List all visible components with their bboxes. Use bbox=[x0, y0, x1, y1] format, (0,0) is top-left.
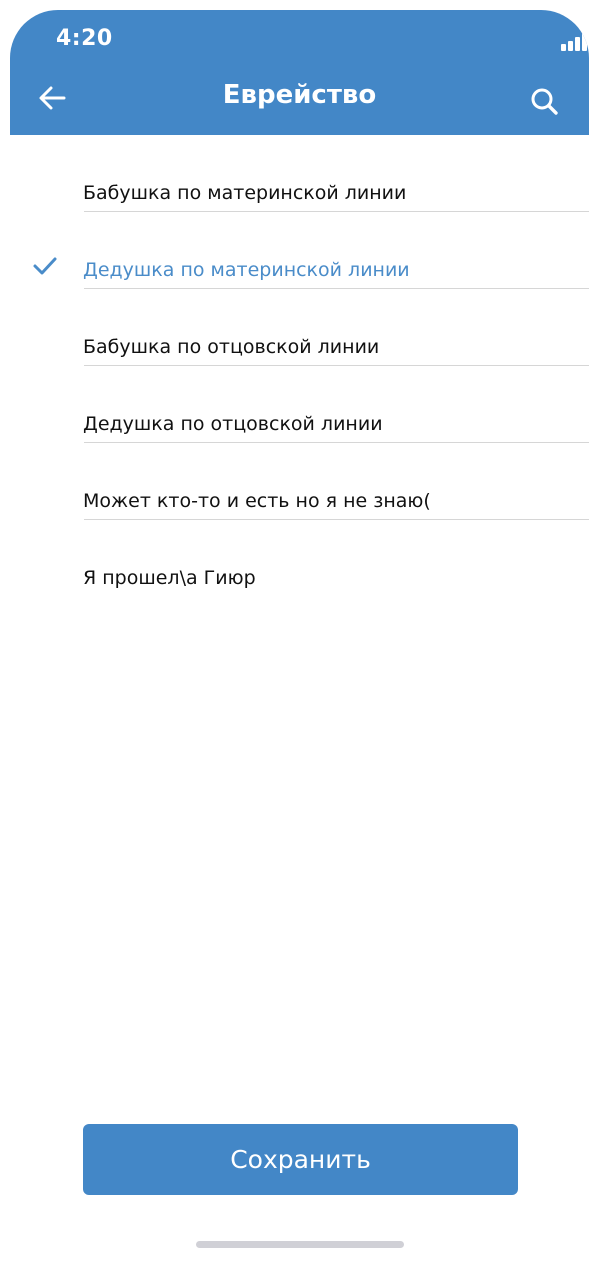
option-label: Я прошел\а Гиюр bbox=[83, 567, 256, 589]
status-time: 4:20 bbox=[56, 26, 113, 51]
header-bar: 4:20 Еврейство bbox=[10, 10, 589, 135]
back-arrow-icon[interactable] bbox=[32, 76, 76, 120]
list-item[interactable]: Бабушка по отцовской линии bbox=[10, 289, 589, 366]
option-list: Бабушка по материнской линии Дедушка по … bbox=[10, 135, 589, 597]
save-button[interactable]: Сохранить bbox=[83, 1124, 518, 1195]
option-label: Может кто-то и есть но я не знаю( bbox=[83, 490, 431, 512]
signal-icon bbox=[561, 32, 589, 54]
search-icon[interactable] bbox=[522, 80, 566, 124]
home-indicator[interactable] bbox=[196, 1241, 404, 1248]
option-label: Бабушка по отцовской линии bbox=[83, 336, 380, 358]
phone-screen: 4:20 Еврейство Бабушка по материнской ли… bbox=[10, 10, 589, 1271]
page-title: Еврейство bbox=[222, 80, 377, 110]
list-item[interactable]: Бабушка по материнской линии bbox=[10, 135, 589, 212]
list-item[interactable]: Может кто-то и есть но я не знаю( bbox=[10, 443, 589, 520]
list-item[interactable]: Я прошел\а Гиюр bbox=[10, 520, 589, 597]
option-label: Дедушка по материнской линии bbox=[83, 259, 410, 281]
list-item[interactable]: Дедушка по отцовской линии bbox=[10, 366, 589, 443]
option-label: Бабушка по материнской линии bbox=[83, 182, 407, 204]
option-label: Дедушка по отцовской линии bbox=[83, 413, 383, 435]
checkmark-icon bbox=[33, 257, 57, 275]
list-item-selected[interactable]: Дедушка по материнской линии bbox=[10, 212, 589, 289]
